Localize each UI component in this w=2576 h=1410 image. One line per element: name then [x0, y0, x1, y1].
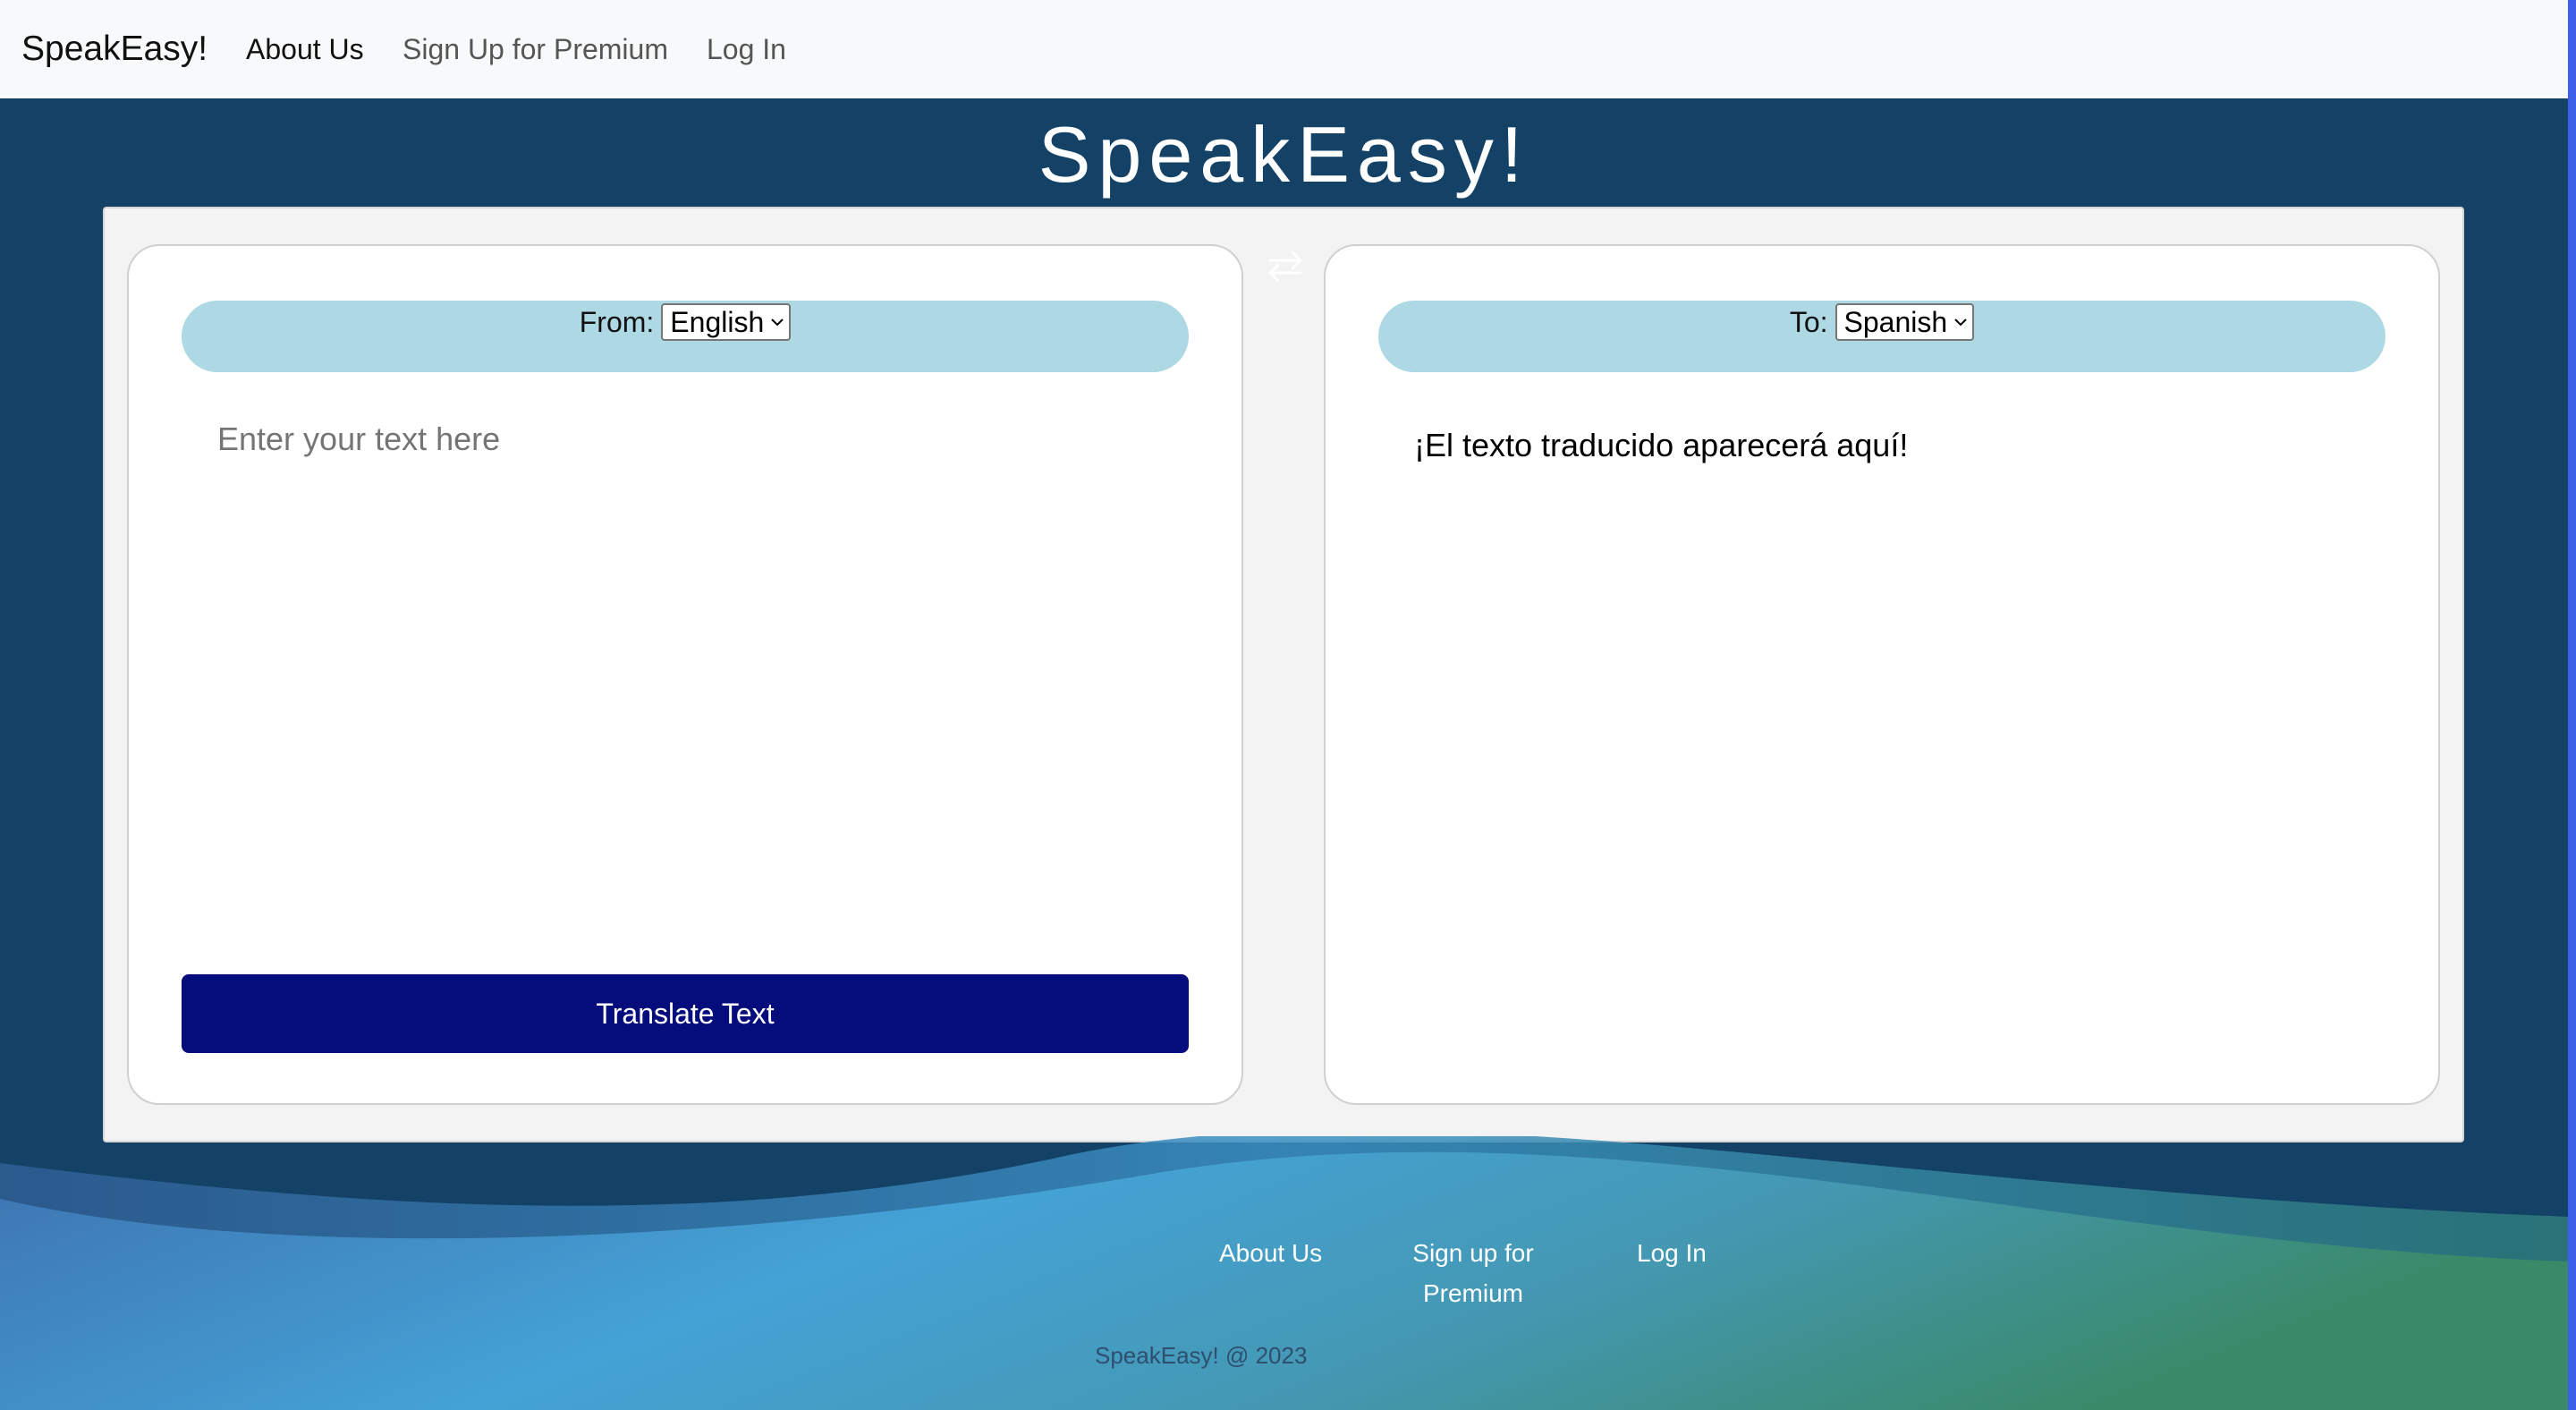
footer-link-premium-line1: Sign up for	[1412, 1239, 1534, 1267]
footer-link-log-in[interactable]: Log In	[1637, 1233, 1707, 1273]
source-language-label: From:	[579, 305, 655, 338]
page-title: SpeakEasy!	[1038, 110, 1530, 199]
top-navbar: SpeakEasy! About Us Sign Up for Premium …	[0, 0, 2568, 98]
target-language-value: Spanish	[1843, 305, 1948, 338]
swap-arrows-icon[interactable]	[1265, 246, 1306, 287]
window-edge-strip	[2568, 0, 2576, 1410]
nav-link-about-us[interactable]: About Us	[246, 0, 364, 98]
source-language-select[interactable]: English	[661, 303, 792, 341]
source-language-bar: From: English	[182, 301, 1189, 372]
target-language-select[interactable]: Spanish	[1835, 303, 1975, 341]
target-card: To: Spanish ¡El texto traducido aparecer…	[1324, 244, 2440, 1105]
footer-link-about-us[interactable]: About Us	[1219, 1233, 1322, 1273]
source-language-value: English	[670, 305, 765, 338]
translator-panel: From: English Translate Text To:	[103, 207, 2464, 1142]
translate-button[interactable]: Translate Text	[182, 974, 1189, 1053]
chevron-down-icon	[1954, 319, 1967, 327]
target-language-label: To:	[1789, 305, 1828, 338]
footer-link-premium-line2: Premium	[1422, 1279, 1523, 1307]
chevron-down-icon	[771, 319, 784, 327]
source-card: From: English Translate Text	[127, 244, 1243, 1105]
nav-link-sign-up-premium[interactable]: Sign Up for Premium	[402, 0, 668, 98]
nav-link-log-in[interactable]: Log In	[707, 0, 786, 98]
source-text-input[interactable]	[182, 420, 1189, 975]
target-language-bar: To: Spanish	[1378, 301, 2385, 372]
navbar-brand[interactable]: SpeakEasy!	[21, 0, 208, 98]
copyright-text: SpeakEasy! @ 2023	[1095, 1342, 1308, 1369]
footer-link-sign-up-premium[interactable]: Sign up for Premium	[1400, 1233, 1546, 1313]
footer: About Us Sign up for Premium Log In Spea…	[0, 1136, 2568, 1410]
translated-output-text: ¡El texto traducido aparecerá aquí!	[1414, 427, 1909, 463]
